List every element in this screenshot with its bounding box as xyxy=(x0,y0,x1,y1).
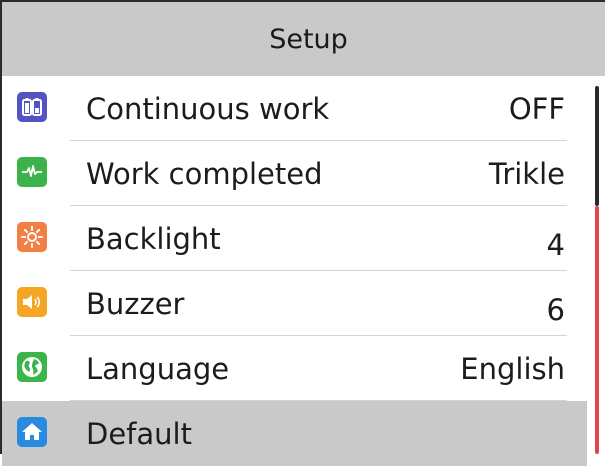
menu-item-default[interactable]: Default xyxy=(2,401,587,466)
menu-item-label: Work completed xyxy=(86,156,323,191)
home-icon xyxy=(17,417,47,447)
menu-item-label: Language xyxy=(86,351,230,386)
menu-item-buzzer[interactable]: Buzzer 6 xyxy=(2,271,605,336)
menu-item-label: Default xyxy=(86,416,192,451)
menu-item-label: Backlight xyxy=(86,221,221,256)
menu-item-value: OFF xyxy=(508,91,565,126)
page-title: Setup xyxy=(269,23,348,55)
setup-screen: Setup Continuous work OFF Work completed… xyxy=(0,0,605,466)
header-bar: Setup xyxy=(2,2,605,76)
menu-item-backlight[interactable]: Backlight 4 xyxy=(2,206,605,271)
pulse-icon xyxy=(17,157,47,187)
menu-item-language[interactable]: Language English xyxy=(2,336,605,401)
scrollbar-thumb[interactable] xyxy=(595,206,599,454)
speaker-icon xyxy=(17,287,47,317)
globe-icon xyxy=(17,352,47,382)
menu-item-label: Continuous work xyxy=(86,91,330,126)
menu-item-value: Trikle xyxy=(488,156,565,191)
menu-item-continuous-work[interactable]: Continuous work OFF xyxy=(2,76,605,141)
sun-icon xyxy=(17,222,47,252)
menu-item-value: 4 xyxy=(546,227,565,262)
scrollbar-track xyxy=(595,86,599,206)
battery-icon xyxy=(17,92,47,122)
menu-item-label: Buzzer xyxy=(86,286,185,321)
setup-menu-list: Continuous work OFF Work completed Trikl… xyxy=(2,76,605,466)
scrollbar[interactable] xyxy=(595,86,599,454)
menu-item-value: 6 xyxy=(546,292,565,327)
menu-item-value: English xyxy=(460,351,565,386)
menu-item-work-completed[interactable]: Work completed Trikle xyxy=(2,141,605,206)
